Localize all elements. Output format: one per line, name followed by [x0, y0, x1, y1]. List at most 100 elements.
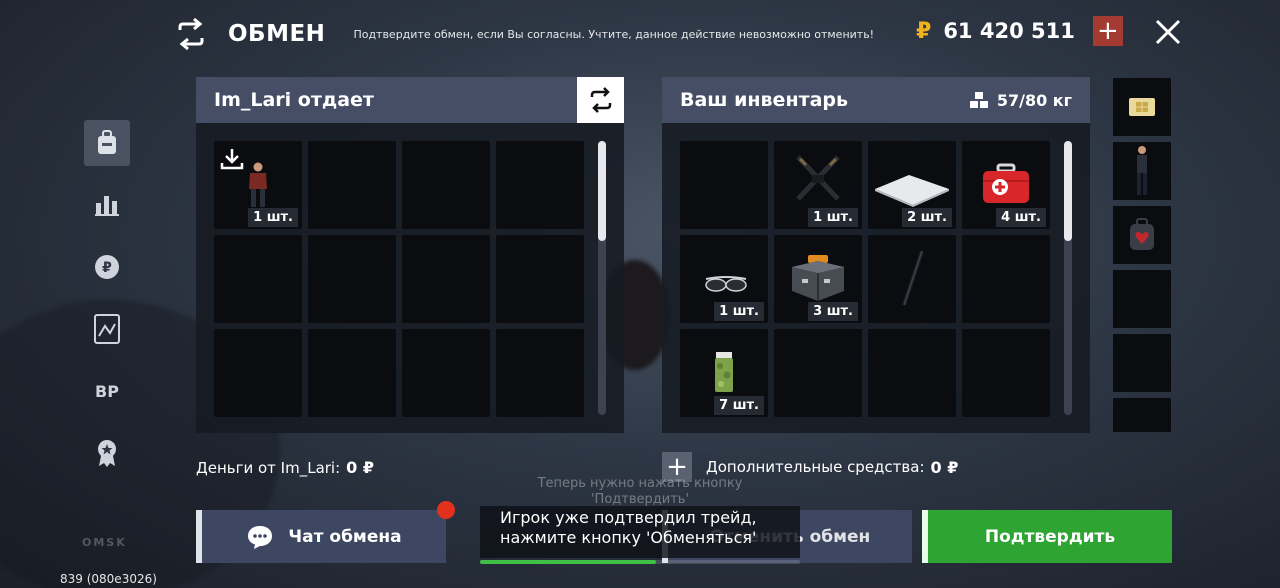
sunglasses-icon — [705, 276, 747, 292]
crossed-weapons-icon — [796, 155, 840, 201]
inventory-panel: Ваш инвентарь 57/80 кг 1 шт. 2 шт. 4 шт. 1 … — [662, 77, 1090, 433]
confirm-trade-label: Подтвердить — [984, 526, 1116, 547]
sim-card-icon — [1129, 98, 1155, 116]
equipment-strip — [1113, 78, 1171, 432]
item-quantity: 3 шт. — [808, 302, 858, 321]
item-quantity: 1 шт. — [714, 302, 764, 321]
toast-progress — [480, 560, 656, 564]
trade-chat-button[interactable]: Чат обмена — [196, 501, 455, 563]
weight-indicator: 57/80 кг — [969, 77, 1072, 123]
baton-icon — [902, 250, 924, 306]
confirm-trade-button[interactable]: Подтвердить — [922, 510, 1172, 563]
award-icon — [98, 440, 116, 467]
sidebar-item-awards[interactable] — [84, 430, 130, 476]
backpack-heart-icon — [1130, 218, 1154, 250]
offer-slot-empty-slot[interactable] — [214, 329, 302, 417]
equip-slot-sim[interactable] — [1113, 78, 1171, 136]
character-icon — [1137, 146, 1147, 195]
inventory-slot-empty-slot[interactable] — [774, 329, 862, 417]
server-logo: OMSK — [82, 536, 127, 549]
item-quantity: 4 шт. — [996, 208, 1046, 227]
inventory-slot-toolbox[interactable]: 3 шт. — [774, 235, 862, 323]
offer-slot-empty-slot[interactable] — [496, 329, 584, 417]
partner-money-value: 0 ₽ — [346, 458, 374, 477]
inventory-slot-crossed-weapons[interactable]: 1 шт. — [774, 141, 862, 229]
offer-slot-empty-slot[interactable] — [308, 235, 396, 323]
trade-warning: Подтвердите обмен, если Вы согласны. Учт… — [353, 27, 875, 41]
extra-funds-value: 0 ₽ — [930, 457, 959, 477]
item-quantity: 1 шт. — [248, 208, 298, 227]
offer-slot-empty-slot[interactable] — [308, 141, 396, 229]
balance: ₽ 61 420 511 + — [916, 16, 1123, 46]
inventory-slot-sunglasses[interactable]: 1 шт. — [680, 235, 768, 323]
balance-value: 61 420 511 — [943, 19, 1075, 43]
inventory-title: Ваш инвентарь — [680, 89, 849, 111]
partner-offer-panel: Im_Lari отдает 1 шт. — [196, 77, 624, 433]
toolbox-icon — [792, 255, 844, 301]
extra-funds-label: Дополнительные средства: — [706, 458, 925, 476]
inventory-scroll-thumb[interactable] — [1064, 141, 1072, 241]
toast-line1: Игрок уже подтвердил трейд, — [500, 508, 757, 527]
weight-icon — [969, 92, 988, 108]
offer-slot-empty-slot[interactable] — [214, 235, 302, 323]
swap-icon — [178, 18, 204, 50]
close-icon[interactable] — [1154, 18, 1182, 46]
download-icon — [220, 149, 244, 170]
offer-slot-empty-slot[interactable] — [496, 141, 584, 229]
add-money-button[interactable]: + — [1092, 16, 1123, 46]
character-icon — [249, 162, 267, 207]
toast-line2: нажмите кнопку 'Обменяться' — [500, 528, 757, 547]
offer-slot-character-skin[interactable]: 1 шт. — [214, 141, 302, 229]
herb-jar-icon — [715, 352, 733, 392]
offer-slot-empty-slot[interactable] — [402, 329, 490, 417]
partner-scroll-thumb[interactable] — [598, 141, 606, 241]
partner-offer-title: Im_Lari отдает — [214, 89, 374, 111]
bar-chart-icon — [95, 196, 119, 216]
ruble-icon: ₽ — [916, 18, 932, 44]
item-quantity: 2 шт. — [902, 208, 952, 227]
tablet-icon — [94, 314, 120, 344]
svg-text:₽: ₽ — [102, 260, 112, 276]
offer-slot-empty-slot[interactable] — [402, 235, 490, 323]
equip-slot-skin[interactable] — [1113, 142, 1171, 200]
inventory-slot-empty-slot[interactable] — [962, 329, 1050, 417]
equip-slot-backpack[interactable] — [1113, 206, 1171, 264]
sidebar-item-tablet[interactable] — [84, 306, 130, 352]
inventory-slot-paper-sheet[interactable]: 2 шт. — [868, 141, 956, 229]
equip-slot-empty[interactable] — [1113, 334, 1171, 392]
inventory-slot-empty-slot[interactable] — [868, 329, 956, 417]
confirm-hint-line1: Теперь нужно нажать кнопку — [537, 476, 743, 491]
item-quantity: 1 шт. — [808, 208, 858, 227]
confirm-hint: Теперь нужно нажать кнопку 'Подтвердить' — [520, 476, 760, 508]
offer-slot-empty-slot[interactable] — [496, 235, 584, 323]
swap-icon — [590, 87, 611, 113]
inventory-slot-first-aid-kit[interactable]: 4 шт. — [962, 141, 1050, 229]
inventory-slot-herb-jar[interactable]: 7 шт. — [680, 329, 768, 417]
equip-slot-empty[interactable] — [1113, 398, 1171, 432]
sidebar-item-stats[interactable] — [84, 182, 130, 228]
partner-item-grid: 1 шт. — [214, 141, 584, 417]
partner-offer-header: Im_Lari отдает — [196, 77, 624, 123]
chat-icon — [248, 525, 273, 549]
sidebar-item-bp[interactable]: BP — [84, 368, 130, 414]
trade-header: ОБМЕН Подтвердите обмен, если Вы согласн… — [176, 14, 1196, 54]
inventory-scrollbar[interactable] — [1064, 141, 1072, 415]
offer-slot-empty-slot[interactable] — [308, 329, 396, 417]
page-title: ОБМЕН — [228, 21, 326, 47]
inventory-header: Ваш инвентарь 57/80 кг — [662, 77, 1090, 123]
swap-view-button[interactable] — [577, 77, 624, 123]
trade-toast: Игрок уже подтвердил трейд, нажмите кноп… — [480, 506, 800, 558]
partner-scrollbar[interactable] — [598, 141, 606, 415]
sidebar-item-inventory[interactable] — [84, 120, 130, 166]
inventory-slot-empty-slot[interactable] — [680, 141, 768, 229]
item-quantity: 7 шт. — [714, 396, 764, 415]
inventory-slot-empty-slot[interactable] — [962, 235, 1050, 323]
first-aid-kit-icon — [983, 163, 1029, 203]
sidebar-item-donate[interactable]: ₽ — [84, 244, 130, 290]
inventory-slot-baton[interactable] — [868, 235, 956, 323]
ruble-coin-icon: ₽ — [95, 255, 119, 279]
weight-value: 57/80 кг — [996, 90, 1072, 110]
equip-slot-empty[interactable] — [1113, 270, 1171, 328]
offer-slot-empty-slot[interactable] — [402, 141, 490, 229]
partner-money-label: Деньги от Im_Lari: — [196, 458, 341, 477]
